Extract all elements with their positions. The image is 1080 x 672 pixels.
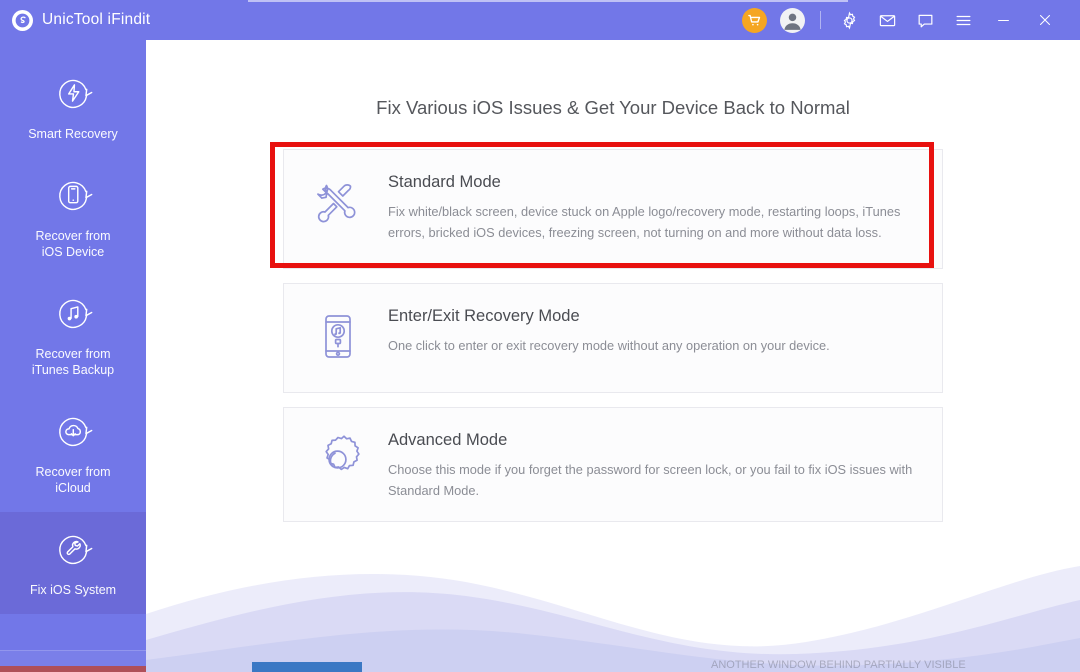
background-window-artifact	[252, 662, 362, 672]
page-title: Fix Various iOS Issues & Get Your Device…	[376, 97, 850, 118]
phone-itunes-cable-icon	[310, 308, 366, 364]
feedback-button[interactable]	[906, 0, 944, 40]
mode-card-enter-exit-recovery-mode[interactable]: Enter/Exit Recovery Mode One click to en…	[283, 283, 943, 393]
sidebar-item-label: Fix iOS System	[29, 583, 117, 597]
card-title: Standard Mode	[388, 173, 501, 191]
background-text-artifact: ANOTHER WINDOW BEHIND PARTIALLY VISIBLE	[711, 659, 966, 671]
card-title: Enter/Exit Recovery Mode	[388, 307, 580, 325]
envelope-icon	[878, 11, 897, 30]
card-description: One click to enter or exit recovery mode…	[388, 338, 830, 353]
wrench-screwdriver-icon	[310, 174, 366, 230]
card-body: Enter/Exit Recovery Mode One click to en…	[388, 305, 830, 356]
sidebar-item-fix-ios-system[interactable]: Fix iOS System	[0, 512, 146, 614]
shopping-cart-icon	[741, 7, 767, 33]
mode-card-advanced-mode[interactable]: Advanced Mode Choose this mode if you fo…	[283, 407, 943, 522]
sidebar-item-recover-from-icloud[interactable]: Recover from iCloud	[0, 394, 146, 512]
card-description: Choose this mode if you forget the passw…	[388, 462, 913, 498]
gear-outline-icon	[310, 432, 366, 488]
sidebar-item-label: Recover from iOS Device	[35, 229, 111, 259]
screenshot-bottom-artifact	[0, 666, 146, 672]
title-bar: UnicTool iFindit	[0, 0, 1080, 40]
sidebar-item-recover-from-ios-device[interactable]: Recover from iOS Device	[0, 158, 146, 276]
minimize-button[interactable]	[982, 0, 1024, 40]
sidebar-item-recover-from-itunes-backup[interactable]: Recover from iTunes Backup	[0, 276, 146, 394]
decorative-wave-background	[146, 566, 1080, 672]
sidebar-item-label: Smart Recovery	[28, 127, 118, 141]
card-title: Advanced Mode	[388, 431, 508, 449]
settings-button[interactable]	[830, 0, 868, 40]
recover-itunes-backup-music-refresh-icon	[50, 290, 96, 336]
recover-icloud-download-refresh-icon	[50, 408, 96, 454]
sidebar-navigation: Smart Recovery Recover from iOS Device R…	[0, 40, 146, 672]
close-button[interactable]	[1024, 0, 1066, 40]
menu-button[interactable]	[944, 0, 982, 40]
title-bar-brand: UnicTool iFindit	[0, 9, 151, 31]
mode-card-standard-mode[interactable]: Standard Mode Fix white/black screen, de…	[283, 149, 943, 269]
mail-button[interactable]	[868, 0, 906, 40]
smart-recovery-bolt-refresh-icon	[50, 70, 96, 116]
minimize-icon	[995, 12, 1012, 29]
mode-card-list: Standard Mode Fix white/black screen, de…	[146, 149, 1080, 522]
sidebar-item-label: Recover from iTunes Backup	[31, 347, 115, 377]
user-avatar-icon	[779, 7, 805, 33]
sidebar-item-label: Recover from iCloud	[35, 465, 111, 495]
application-window: UnicTool iFindit Smart Recovery Recover …	[0, 0, 1080, 672]
card-body: Standard Mode Fix white/black screen, de…	[388, 171, 916, 243]
card-description: Fix white/black screen, device stuck on …	[388, 204, 901, 240]
cart-button[interactable]	[735, 0, 773, 40]
chat-bubble-icon	[916, 11, 935, 30]
close-icon	[1036, 11, 1054, 29]
toolbar-divider	[820, 11, 821, 29]
gear-icon	[840, 10, 859, 30]
hamburger-menu-icon	[954, 11, 973, 30]
hexagon-swirl-logo-icon	[12, 9, 33, 31]
fix-ios-system-wrench-refresh-icon	[50, 526, 96, 572]
card-body: Advanced Mode Choose this mode if you fo…	[388, 429, 916, 501]
sidebar-item-smart-recovery[interactable]: Smart Recovery	[0, 56, 146, 158]
window-controls	[735, 0, 1080, 40]
account-button[interactable]	[773, 0, 811, 40]
main-content: Fix Various iOS Issues & Get Your Device…	[146, 40, 1080, 672]
screenshot-edge-artifact	[248, 0, 848, 2]
app-title: UnicTool iFindit	[42, 11, 151, 28]
recover-ios-device-phone-refresh-icon	[50, 172, 96, 218]
